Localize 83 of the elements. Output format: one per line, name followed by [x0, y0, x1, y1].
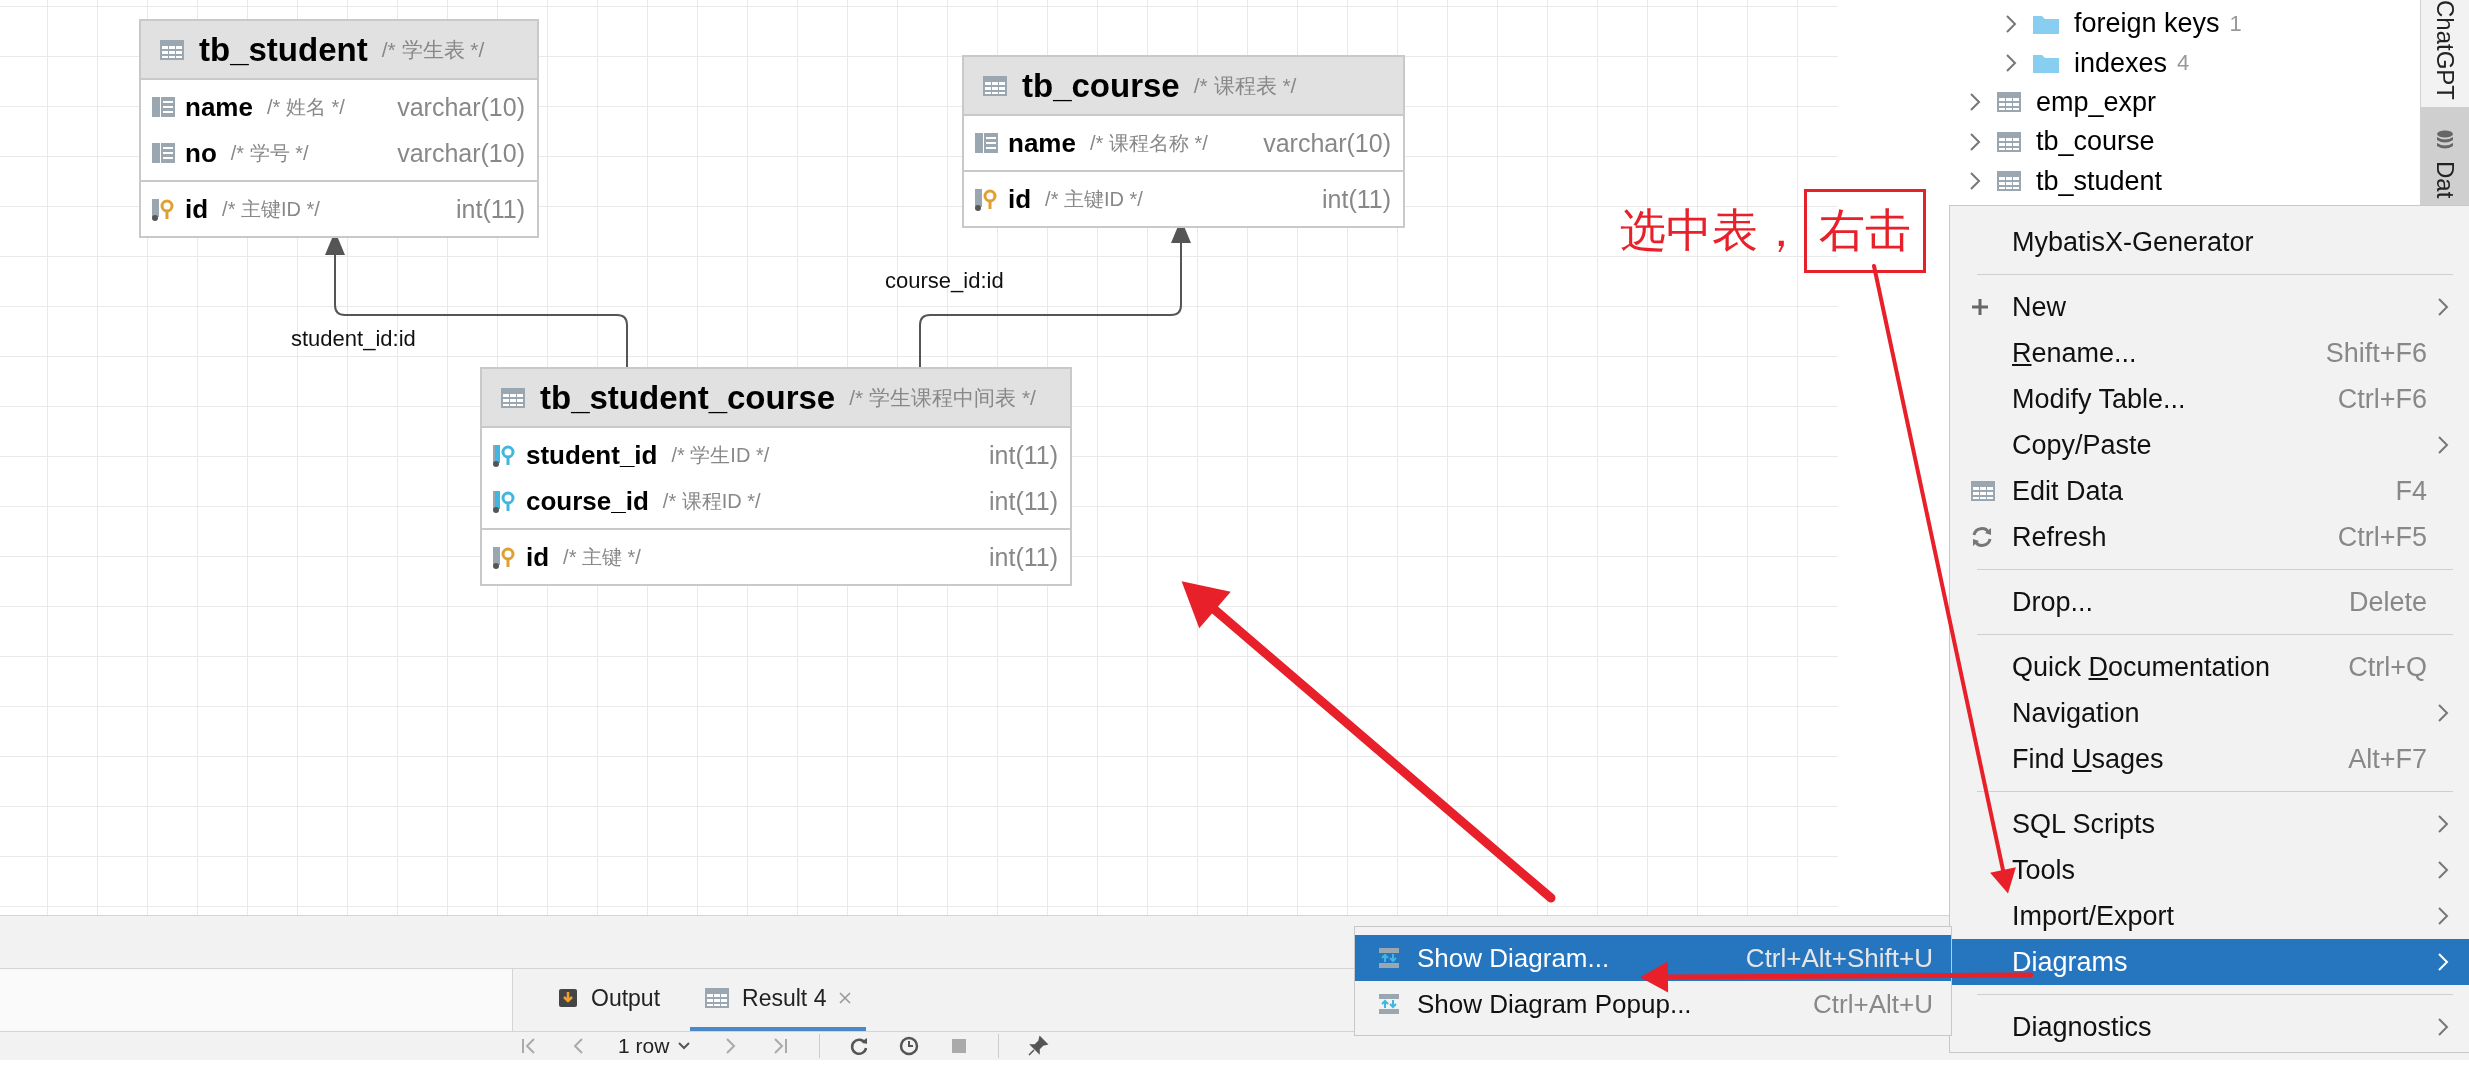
column-comment: /* 主键 */ [563, 544, 641, 570]
clock-icon[interactable] [898, 1035, 921, 1057]
column-comment: /* 姓名 */ [266, 94, 345, 120]
tool-window-tab[interactable]: ChatGPT [2421, 0, 2469, 107]
column-type: int(11) [989, 542, 1058, 572]
row-count-dropdown[interactable]: 1 row [618, 1034, 692, 1058]
menu-item[interactable]: Tools [1950, 847, 2469, 893]
column-comment: /* 课程ID */ [662, 488, 761, 514]
tree-item[interactable]: tb_course [2036, 126, 2155, 158]
table-comment: /* 学生课程中间表 */ [849, 384, 1036, 411]
table-icon [159, 37, 185, 62]
annotation-callout: 右击 [1804, 189, 1926, 273]
column-type: varchar(10) [397, 138, 525, 168]
menu-item[interactable]: Import/Export [1950, 893, 2469, 939]
item-count: 4 [2177, 50, 2190, 77]
column-comment: /* 主键ID */ [1045, 186, 1143, 212]
menu-item[interactable]: Edit Data F4 [1950, 468, 2469, 514]
menu-item[interactable]: Find Usages Alt+F7 [1950, 736, 2469, 782]
table-comment: /* 课程表 */ [1193, 72, 1297, 99]
tree-item[interactable]: emp_expr [2036, 86, 2157, 118]
refresh-icon [1970, 525, 1994, 549]
menu-item[interactable]: SQL Scripts [1950, 801, 2469, 847]
menu-item[interactable]: Modify Table... Ctrl+F6 [1950, 376, 2469, 422]
pin-icon[interactable] [1027, 1035, 1050, 1057]
menu-item[interactable]: Show Diagram... Ctrl+Alt+Shift+U [1355, 935, 1951, 981]
menu-item[interactable]: Drop... Delete [1950, 579, 2469, 625]
relation-label: course_id:id [885, 268, 1004, 294]
column-type: int(11) [1322, 184, 1391, 214]
column-name: id [526, 541, 550, 573]
table-icon [1996, 169, 2022, 194]
relation-label: student_id:id [291, 326, 416, 352]
menu-item[interactable]: Refresh Ctrl+F5 [1950, 514, 2469, 560]
column-name: course_id [526, 485, 649, 517]
menu-item[interactable]: Show Diagram Popup... Ctrl+Alt+U [1355, 981, 1951, 1027]
chevron-right-icon[interactable] [2004, 12, 2018, 35]
tree-item[interactable]: indexes [2074, 47, 2168, 79]
output-icon [557, 987, 579, 1009]
menu-item[interactable]: MybatisX-Generator [1950, 219, 2469, 265]
close-icon[interactable] [838, 991, 853, 1005]
column-comment: /* 课程名称 */ [1089, 130, 1208, 156]
menu-item[interactable]: Navigation [1950, 690, 2469, 736]
table-name: tb_student_course [540, 378, 836, 417]
menu-item[interactable]: Copy/Paste [1950, 422, 2469, 468]
column-name: id [185, 193, 209, 225]
column-comment: /* 学号 */ [230, 140, 309, 166]
diagram-icon [1377, 992, 1401, 1016]
table-icon [982, 73, 1008, 98]
table-name: tb_course [1022, 66, 1180, 105]
column-type: varchar(10) [1263, 128, 1391, 158]
column-name: name [1008, 127, 1076, 159]
column-name: id [1008, 183, 1032, 215]
table-name: tb_student [199, 30, 368, 69]
column-comment: /* 学生ID */ [671, 442, 770, 468]
plus-icon [1970, 297, 1990, 317]
column-icon [151, 95, 177, 119]
item-count: 1 [2229, 10, 2242, 37]
table-icon [1970, 479, 1996, 503]
column-type: varchar(10) [397, 92, 525, 122]
diagram-icon [1377, 946, 1401, 970]
table-icon [1996, 129, 2022, 154]
chevron-right-icon[interactable] [1968, 130, 1982, 153]
tree-item[interactable]: foreign keys [2074, 8, 2220, 40]
column-name: name [185, 91, 253, 123]
column-name: no [185, 137, 217, 169]
menu-item[interactable]: New [1950, 284, 2469, 330]
table-comment: /* 学生表 */ [381, 36, 485, 63]
column-type: int(11) [989, 486, 1058, 516]
column-type: int(11) [989, 440, 1058, 470]
table-icon [500, 385, 526, 410]
column-icon [974, 131, 1000, 155]
column-type: int(11) [456, 194, 525, 224]
tree-item[interactable]: tb_student [2036, 165, 2163, 197]
column-comment: /* 主键ID */ [222, 196, 320, 222]
menu-item[interactable]: Diagrams [1950, 939, 2469, 985]
table-icon [704, 986, 731, 1010]
column-icon [151, 141, 177, 165]
menu-item[interactable]: Diagnostics [1950, 1004, 2469, 1050]
panel-tab[interactable]: Output [543, 969, 675, 1031]
table-icon [1996, 90, 2022, 115]
annotation-text: 选中表， [1620, 202, 1804, 259]
menu-item[interactable]: Rename... Shift+F6 [1950, 330, 2469, 376]
column-name: student_id [526, 439, 658, 471]
menu-item[interactable]: Quick Documentation Ctrl+Q [1950, 644, 2469, 690]
